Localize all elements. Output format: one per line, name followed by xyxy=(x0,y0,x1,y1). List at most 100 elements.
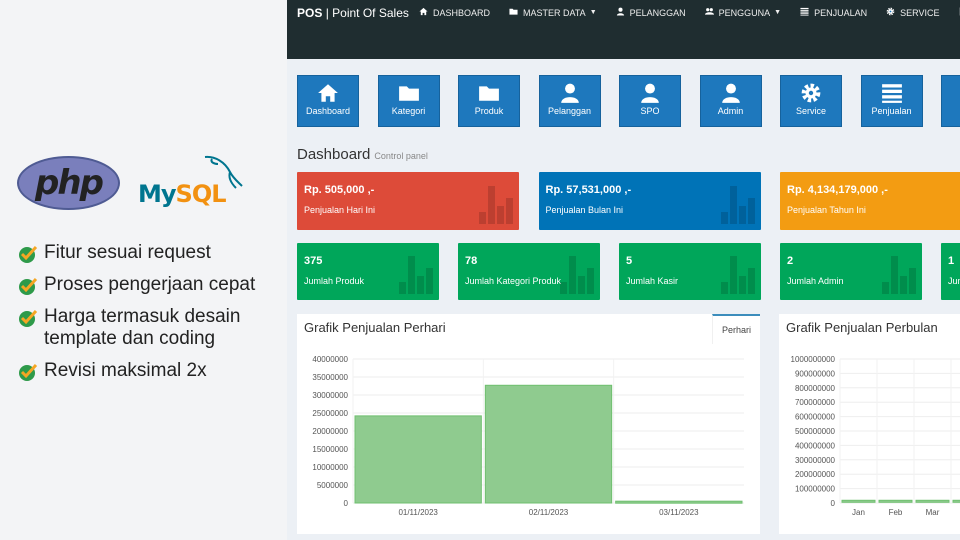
user-icon xyxy=(540,76,600,106)
page-subtitle: Control panel xyxy=(374,151,428,161)
home-icon xyxy=(298,76,358,106)
caret-down-icon: ▼ xyxy=(774,9,782,16)
check-badge-icon xyxy=(19,363,38,381)
check-badge-icon xyxy=(19,309,38,327)
y-tick-label: 30000000 xyxy=(312,391,348,400)
home-icon xyxy=(419,7,428,18)
y-tick-label: 200000000 xyxy=(795,470,836,479)
y-tick-label: 15000000 xyxy=(312,445,348,454)
tile-admin[interactable]: Admin xyxy=(699,75,762,127)
feature-item: Proses pengerjaan cepat xyxy=(18,274,287,296)
y-tick-label: 40000000 xyxy=(312,355,348,364)
file-icon xyxy=(942,76,960,106)
folder-icon xyxy=(379,76,439,106)
y-tick-label: 20000000 xyxy=(312,427,348,436)
tile-l[interactable]: L xyxy=(941,75,960,127)
x-tick-label: 03/11/2023 xyxy=(659,508,699,517)
y-tick-label: 5000000 xyxy=(317,481,349,490)
y-tick-label: 1000000000 xyxy=(791,355,836,364)
feature-item: Fitur sesuai request xyxy=(18,242,287,264)
chart-title: Grafik Penjualan Perbulan xyxy=(786,320,938,335)
feature-list: Fitur sesuai request Proses pengerjaan ce… xyxy=(18,242,287,392)
pos-dashboard: POS | Point Of Sales DASHBOARD MASTER DAT… xyxy=(287,0,960,540)
bar xyxy=(841,499,876,503)
nav-pengguna[interactable]: PENGGUNA ▼ xyxy=(704,7,782,18)
x-tick-label: 02/11/2023 xyxy=(529,508,569,517)
y-tick-label: 100000000 xyxy=(795,485,836,494)
count-box: 1Jum xyxy=(941,243,960,300)
nav-penjualan[interactable]: PENJUALAN xyxy=(800,7,867,18)
user-icon xyxy=(701,76,761,106)
bar-chart-icon xyxy=(479,186,513,224)
monthly-chart-panel: Grafik Penjualan Perbulan 0 100000000 2000… xyxy=(779,314,960,534)
bar xyxy=(878,499,913,503)
bar-chart-icon xyxy=(560,256,594,294)
count-box: 375 Jumlah Produk xyxy=(297,243,439,300)
monthly-sales-chart: 0 100000000 200000000 300000000 400000000 500… xyxy=(791,355,960,517)
gear-icon xyxy=(781,76,841,106)
y-tick-label: 25000000 xyxy=(312,409,348,418)
chart-title: Grafik Penjualan Perhari xyxy=(304,320,446,335)
list-icon xyxy=(800,7,809,18)
tile-kategori[interactable]: Kategori xyxy=(377,75,440,127)
list-icon xyxy=(862,76,922,106)
daily-chart-panel: Grafik Penjualan Perhari Perhari 0 500000… xyxy=(297,314,760,534)
tile-penjualan[interactable]: Penjualan xyxy=(860,75,923,127)
brand[interactable]: POS | Point Of Sales xyxy=(297,6,409,20)
php-logo: php xyxy=(17,156,120,210)
tile-produk[interactable]: Produk xyxy=(458,75,520,127)
bar-chart-icon xyxy=(720,186,755,224)
daily-sales-chart: 0 5000000 10000000 15000000 20000000 25000000… xyxy=(312,355,744,517)
nav-dashboard[interactable]: DASHBOARD xyxy=(419,7,490,18)
bar-chart-icon xyxy=(399,256,433,294)
bar xyxy=(354,415,482,504)
tile-spo[interactable]: SPO xyxy=(619,75,681,127)
tile-pelanggan[interactable]: Pelanggan xyxy=(538,75,601,127)
bar xyxy=(484,384,613,504)
x-tick-label: 01/11/2023 xyxy=(398,508,438,517)
nav-menu: DASHBOARD MASTER DATA ▼ PELANGGAN PENGGUNA ▼ P… xyxy=(419,7,960,18)
bar xyxy=(952,499,960,503)
folder-icon xyxy=(509,7,518,18)
navbar: POS | Point Of Sales DASHBOARD MASTER DAT… xyxy=(287,0,960,59)
caret-down-icon: ▼ xyxy=(589,9,597,16)
promo-panel: php MySQL Fitur sesuai request Proses pen… xyxy=(0,0,287,540)
x-tick-label: Jan xyxy=(852,508,865,517)
gear-icon xyxy=(886,7,895,18)
stat-box: Rp. 57,531,000 ,- Penjualan Bulan Ini xyxy=(538,172,761,230)
user-icon xyxy=(616,7,625,18)
count-box: 78 Jumlah Kategori Produk xyxy=(458,243,600,300)
count-box: 5 Jumlah Kasir xyxy=(619,243,761,300)
x-tick-label: Feb xyxy=(889,508,903,517)
mysql-logo: MySQL xyxy=(138,180,227,208)
feature-item: Revisi maksimal 2x xyxy=(18,360,287,382)
tab-perhari[interactable]: Perhari xyxy=(712,314,760,344)
bar-chart-icon xyxy=(721,256,755,294)
y-tick-label: 35000000 xyxy=(312,373,348,382)
y-tick-label: 300000000 xyxy=(795,456,836,465)
stat-box: Rp. 505,000 ,- Penjualan Hari Ini xyxy=(297,172,519,230)
bar-chart-icon xyxy=(882,256,916,294)
x-tick-label: Mar xyxy=(926,508,940,517)
folder-icon xyxy=(459,76,519,106)
y-tick-label: 0 xyxy=(344,499,349,508)
nav-service[interactable]: SERVICE xyxy=(886,7,939,18)
feature-item: Harga termasuk desain template dan codin… xyxy=(18,306,287,350)
y-tick-label: 900000000 xyxy=(795,369,836,378)
nav-pelanggan[interactable]: PELANGGAN xyxy=(616,7,686,18)
tile-dashboard[interactable]: Dashboard xyxy=(297,75,359,127)
page-title: Dashboard xyxy=(297,146,371,163)
nav-master-data[interactable]: MASTER DATA ▼ xyxy=(509,7,597,18)
check-badge-icon xyxy=(19,277,38,295)
y-tick-label: 500000000 xyxy=(795,427,836,436)
page-header: Dashboard Control panel xyxy=(297,146,428,163)
y-tick-label: 600000000 xyxy=(795,413,836,422)
count-box: 2 Jumlah Admin xyxy=(780,243,922,300)
stat-box: Rp. 4,134,179,000 ,- Penjualan Tahun Ini xyxy=(780,172,960,230)
tile-service[interactable]: Service xyxy=(780,75,842,127)
check-badge-icon xyxy=(19,245,38,263)
y-tick-label: 0 xyxy=(831,499,836,508)
user-icon xyxy=(620,76,680,106)
bar xyxy=(915,499,950,503)
y-tick-label: 800000000 xyxy=(795,384,836,393)
